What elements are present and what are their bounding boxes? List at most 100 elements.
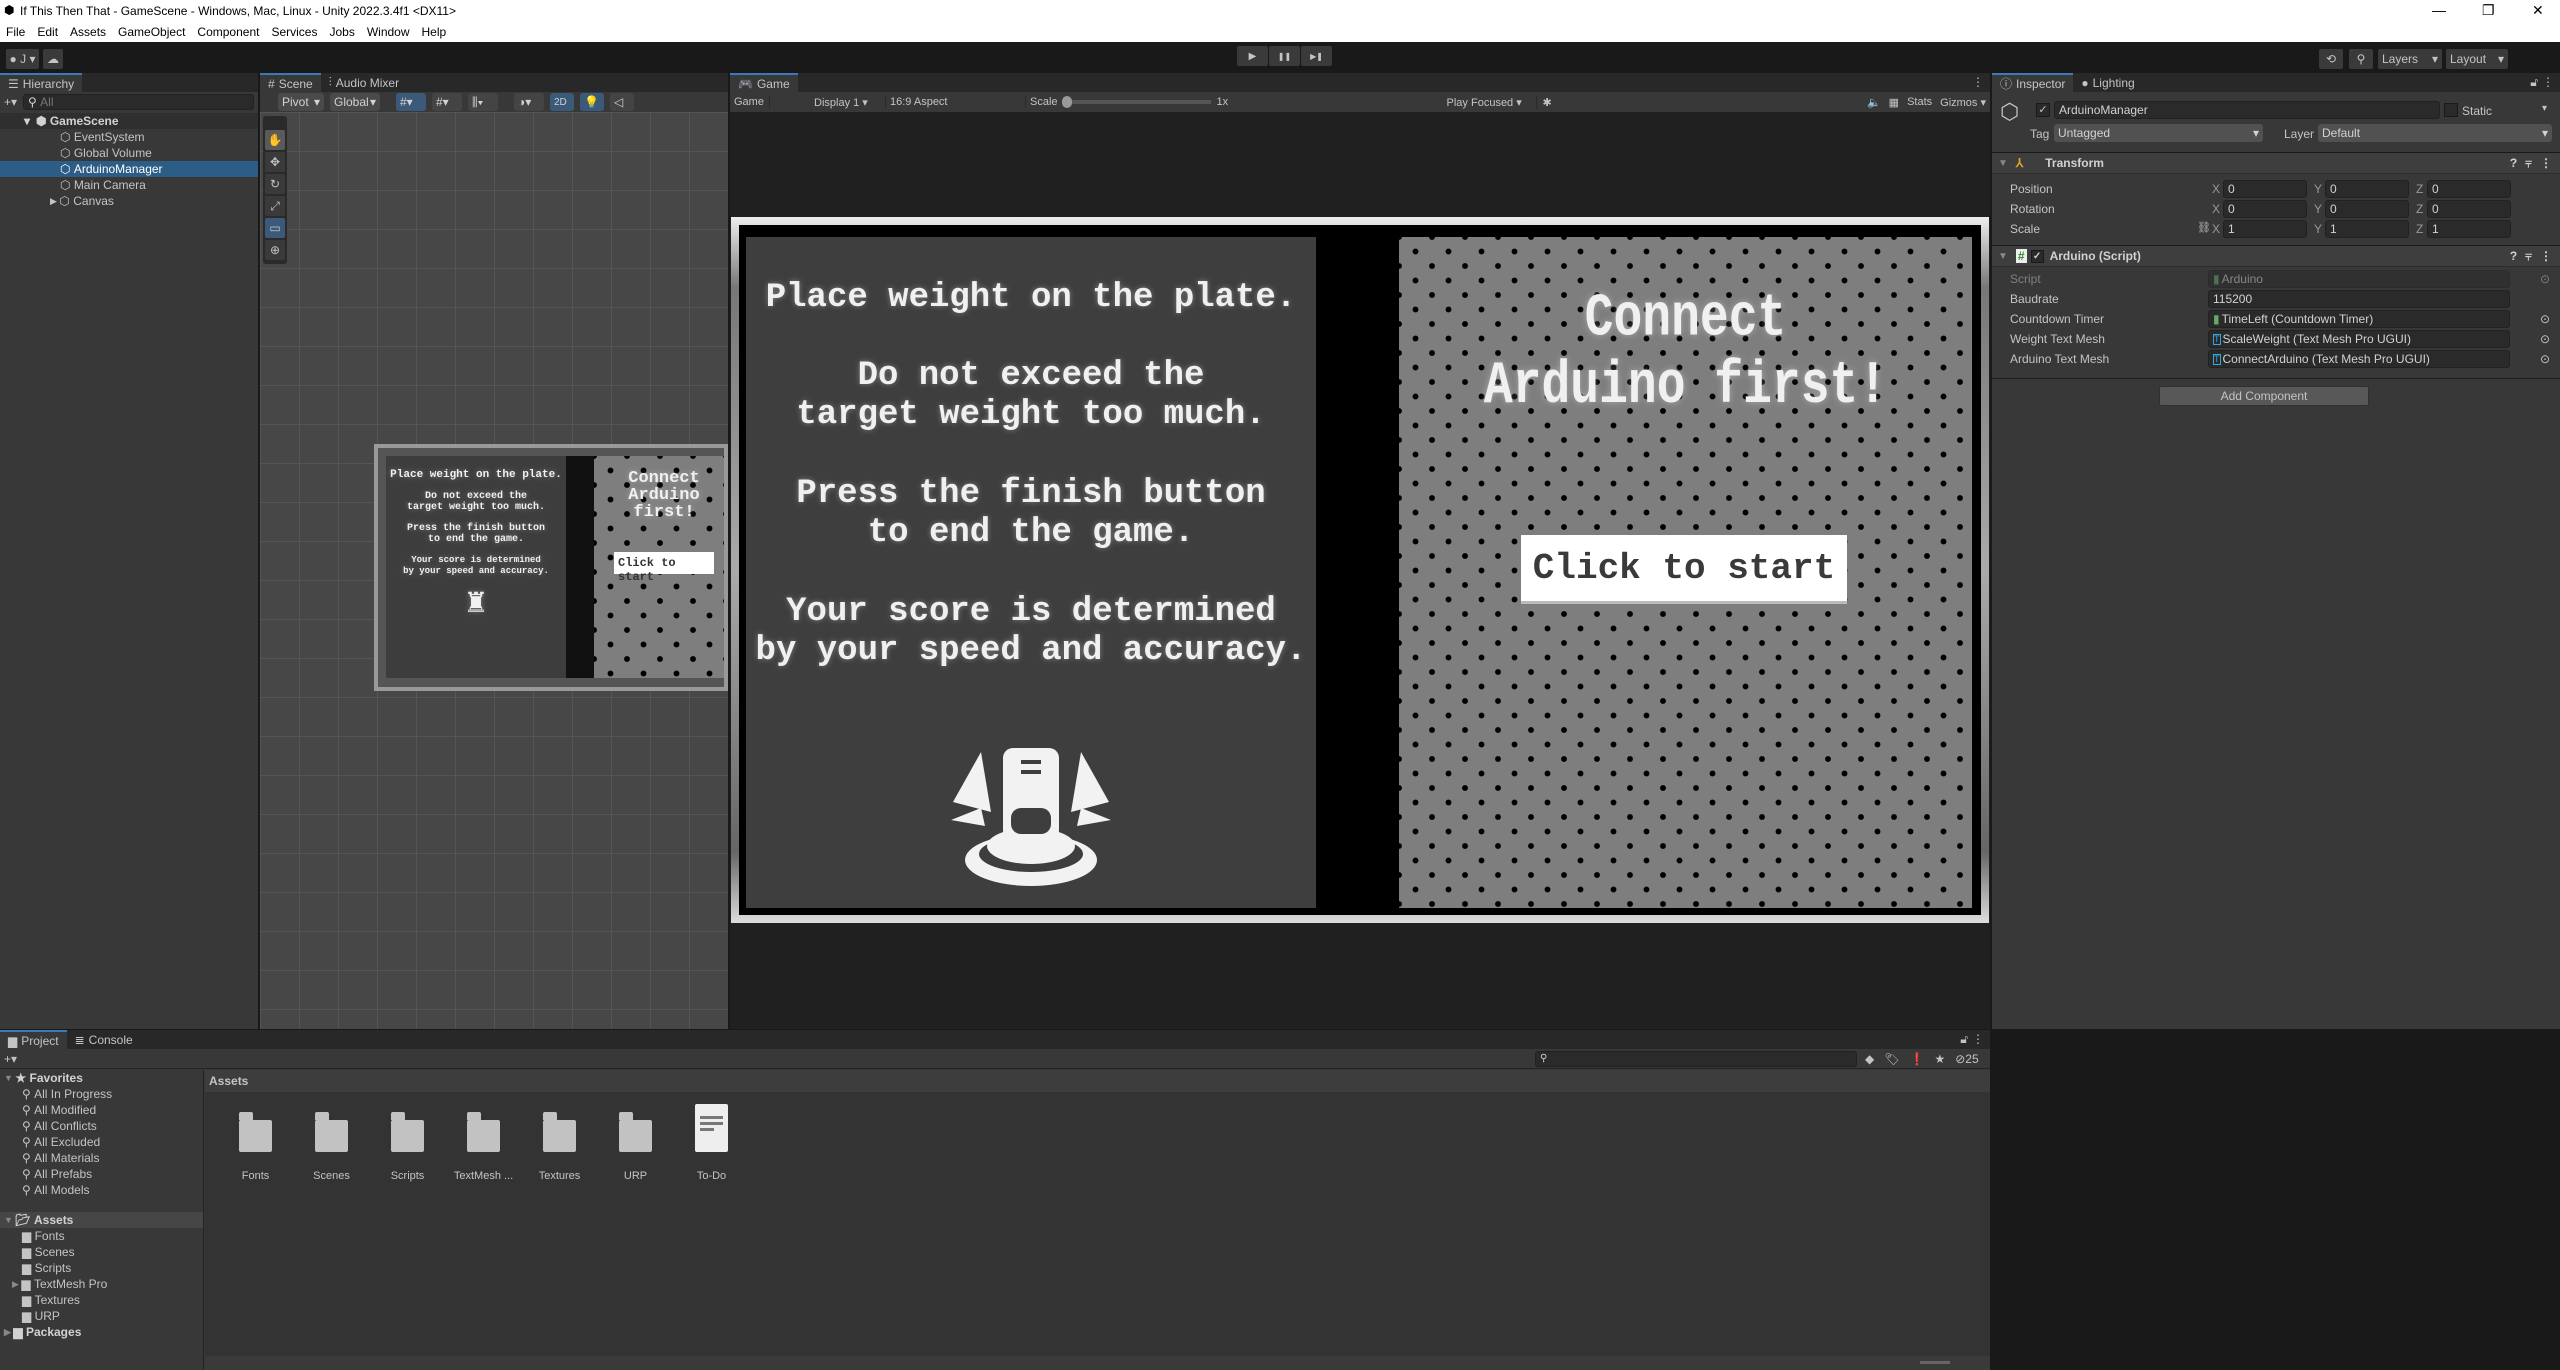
object-picker-icon[interactable]: ⊙ — [2540, 332, 2550, 346]
panel-menu-icon[interactable]: ⋮ — [1972, 1032, 1984, 1046]
pause-button[interactable]: ❚❚ — [1269, 46, 1300, 66]
asset-folder-item[interactable]: ▆ Scripts — [0, 1260, 203, 1276]
add-component-button[interactable]: Add Component — [2159, 386, 2369, 406]
menu-edit[interactable]: Edit — [31, 22, 64, 42]
script-enabled-checkbox[interactable]: ✓ — [2030, 249, 2044, 263]
step-button[interactable]: ▶❚ — [1301, 46, 1332, 66]
object-picker-icon[interactable]: ⊙ — [2540, 312, 2550, 326]
scene-viewport[interactable]: ✋ ✥ ↻ ⤢ ▭ ⊕ Place weight on the plate. D… — [260, 112, 728, 1029]
tab-inspector[interactable]: ⓘ Inspector — [1992, 73, 2074, 92]
project-search-input[interactable]: ⚲ — [1535, 1050, 1858, 1067]
favorites-header[interactable]: ▼ ★ Favorites — [0, 1070, 203, 1086]
tab-audio-mixer[interactable]: ⫶ Audio Mixer — [321, 73, 407, 92]
favorite-item[interactable]: ⚲ All Conflicts — [0, 1118, 203, 1134]
component-menu-icon[interactable]: ⋮ — [2540, 249, 2552, 263]
object-name-input[interactable]: ArduinoManager — [2054, 101, 2440, 119]
favorite-item[interactable]: ⚲ All Excluded — [0, 1134, 203, 1150]
asset-folder-item[interactable]: ▆ Fonts — [0, 1228, 203, 1244]
tab-lighting[interactable]: ● Lighting — [2073, 73, 2142, 92]
tab-scene[interactable]: # Scene — [260, 73, 321, 92]
favorite-star-icon[interactable]: ★ — [1934, 1052, 1945, 1066]
preset-icon[interactable]: ⫧ — [2525, 156, 2532, 171]
click-to-start-button[interactable]: Click to start — [1521, 535, 1847, 601]
field-input[interactable]: 115200 — [2208, 290, 2510, 308]
move-tool[interactable]: ✥ — [265, 152, 285, 172]
scale-tool[interactable]: ⤢ — [265, 196, 285, 216]
hierarchy-item[interactable]: ▶ ⬡ Canvas — [0, 193, 258, 209]
game-view-dropdown[interactable]: Game — [730, 96, 770, 108]
object-picker-icon[interactable]: ⊙ — [2540, 272, 2550, 286]
scale-x-input[interactable]: 1 — [2223, 220, 2307, 238]
pivot-dropdown[interactable]: Pivot ▾ — [278, 93, 324, 111]
tab-game[interactable]: 🎮 Game — [730, 73, 798, 92]
rotation-z-input[interactable]: 0 — [2427, 200, 2511, 218]
play-focused-dropdown[interactable]: Play Focused ▾ — [1447, 95, 1537, 109]
scale-slider-handle[interactable] — [1061, 96, 1072, 108]
tab-project[interactable]: ▆ Project — [0, 1030, 67, 1049]
panel-menu-icon[interactable]: ⋮ — [2542, 75, 2554, 89]
aspect-dropdown[interactable]: 16:9 Aspect — [886, 96, 1026, 108]
menu-help[interactable]: Help — [416, 22, 453, 42]
close-button[interactable]: ✕ — [2532, 2, 2544, 19]
field-input[interactable]: ▮ Arduino — [2208, 270, 2510, 288]
position-z-input[interactable]: 0 — [2427, 180, 2511, 198]
favorite-item[interactable]: ⚲ All Models — [0, 1182, 203, 1198]
filter-type-icon[interactable]: ◆ — [1865, 1052, 1874, 1066]
account-dropdown[interactable]: ● J ▾ — [6, 49, 39, 69]
asset-grid-item[interactable]: Textures — [531, 1112, 588, 1182]
icon-size-slider[interactable] — [1920, 1361, 1950, 1364]
lock-icon[interactable]: 🔓︎ — [1960, 1032, 1968, 1047]
hierarchy-item[interactable]: ⬡ Main Camera — [0, 177, 258, 193]
stats-button[interactable]: Stats — [1903, 96, 1936, 108]
menu-window[interactable]: Window — [361, 22, 416, 42]
hidden-packages-icon[interactable]: ⊘25 — [1955, 1052, 1978, 1066]
help-icon[interactable]: ? — [2510, 156, 2517, 170]
draw-mode-button[interactable]: ◑▾ — [514, 93, 544, 111]
play-button[interactable]: ▶ — [1237, 46, 1268, 66]
menu-gameobject[interactable]: GameObject — [112, 22, 191, 42]
packages-tree-root[interactable]: ▶ ▆ Packages — [0, 1324, 203, 1340]
gizmos-button[interactable]: Gizmos ▾ — [1936, 96, 1990, 109]
menu-jobs[interactable]: Jobs — [323, 22, 360, 42]
minimize-button[interactable]: — — [2432, 2, 2446, 18]
stats-grid-icon[interactable]: ▦ — [1885, 96, 1903, 109]
active-checkbox[interactable]: ✓ — [2036, 103, 2050, 117]
field-input[interactable]: T ScaleWeight (Text Mesh Pro UGUI) — [2208, 330, 2510, 348]
asset-grid-item[interactable]: URP — [607, 1112, 664, 1182]
menu-component[interactable]: Component — [191, 22, 265, 42]
asset-grid-item[interactable]: TextMesh ... — [454, 1112, 513, 1182]
lighting-toggle[interactable]: 💡 — [580, 93, 604, 111]
layer-dropdown[interactable]: Default ▾ — [2318, 124, 2552, 142]
asset-folder-item[interactable]: ▶ ▆ TextMesh Pro — [0, 1276, 203, 1292]
audio-toggle[interactable]: ◁ — [610, 93, 634, 111]
favorite-item[interactable]: ⚲ All In Progress — [0, 1086, 203, 1102]
help-icon[interactable]: ? — [2510, 249, 2517, 263]
arduino-script-header[interactable]: ▼ # ✓ Arduino (Script) ? ⫧ ⋮ — [1992, 245, 2560, 267]
assets-tree-root[interactable]: ▼ 📂︎ Assets — [0, 1212, 203, 1228]
align-button[interactable]: ⫼▾ — [468, 93, 498, 111]
asset-folder-item[interactable]: ▆ Scenes — [0, 1244, 203, 1260]
asset-grid-item[interactable]: To-Do — [683, 1104, 740, 1182]
object-picker-icon[interactable]: ⊙ — [2540, 352, 2550, 366]
hierarchy-item[interactable]: ⬡ EventSystem — [0, 129, 258, 145]
asset-grid-item[interactable]: Scripts — [379, 1112, 436, 1182]
panel-menu-icon[interactable]: ⋮ — [1972, 75, 1984, 89]
rect-tool[interactable]: ▭ — [265, 218, 285, 238]
audio-icon[interactable]: 🔈 — [1863, 96, 1885, 109]
global-dropdown[interactable]: Global ▾ — [330, 93, 380, 111]
field-input[interactable]: T ConnectArduino (Text Mesh Pro UGUI) — [2208, 350, 2510, 368]
asset-grid-item[interactable]: Fonts — [227, 1112, 284, 1182]
rotation-y-input[interactable]: 0 — [2325, 200, 2409, 218]
search-button[interactable]: ⚲ — [2349, 49, 2373, 69]
favorite-item[interactable]: ⚲ All Prefabs — [0, 1166, 203, 1182]
hand-tool[interactable]: ✋ — [265, 130, 285, 150]
preset-icon[interactable]: ⫧ — [2525, 249, 2532, 264]
scale-slider[interactable] — [1061, 96, 1211, 108]
position-y-input[interactable]: 0 — [2325, 180, 2409, 198]
filter-label-icon[interactable]: 🏷︎ — [1884, 1052, 1899, 1066]
expand-arrow-icon[interactable]: ▶ — [50, 196, 59, 207]
favorite-item[interactable]: ⚲ All Materials — [0, 1150, 203, 1166]
expand-arrow-icon[interactable]: ▶ — [12, 1279, 21, 1290]
transform-header[interactable]: ▼ ⅄ Transform ? ⫧ ⋮ — [1992, 152, 2560, 174]
history-button[interactable]: ⟲ — [2319, 49, 2343, 69]
